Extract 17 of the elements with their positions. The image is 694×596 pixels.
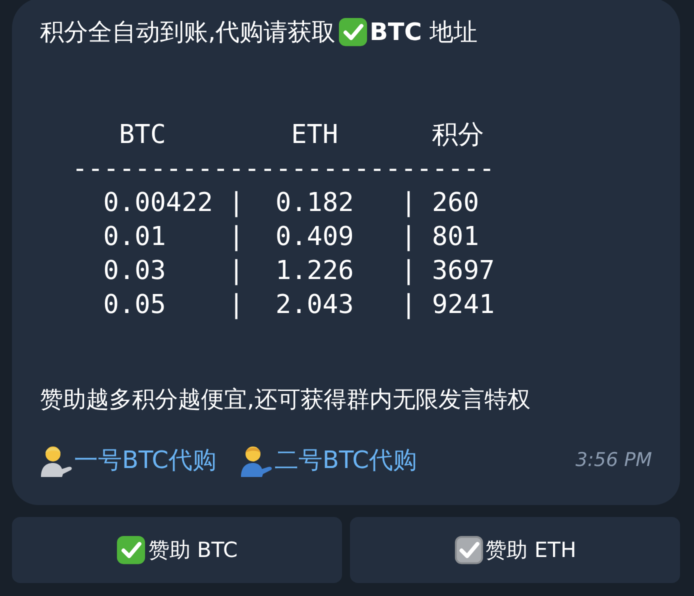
inline-button[interactable]: 赞助 BTC xyxy=(12,517,342,583)
message-text: 赞助越多积分越便宜,还可获得群内无限发言特权 xyxy=(40,386,532,415)
code-line: 0.01 | 0.409 | 801 xyxy=(102,221,479,254)
code-line: 0.03 | 1.226 | 3697 xyxy=(102,255,495,288)
code-line: 0.05 | 2.043 | 9241 xyxy=(102,289,495,322)
checkmark-icon xyxy=(116,535,146,565)
checkmark-icon xyxy=(338,17,368,47)
message-time: 3:56 PM xyxy=(575,449,652,471)
link[interactable]: 一号BTC代购 xyxy=(74,444,216,476)
message-title: BTC 地址 xyxy=(370,17,478,48)
inline-button[interactable]: 赞助 ETH xyxy=(350,517,680,583)
checkbox-icon xyxy=(454,535,484,565)
message-title: 积分全自动到账,代购请获取 xyxy=(40,17,336,48)
code-line: BTC ETH 积分 xyxy=(118,119,484,152)
code-line: --------------------------- xyxy=(72,153,495,186)
link[interactable]: 二号BTC代购 xyxy=(274,444,417,476)
code-line: 0.00422 | 0.182 | 260 xyxy=(102,187,479,220)
